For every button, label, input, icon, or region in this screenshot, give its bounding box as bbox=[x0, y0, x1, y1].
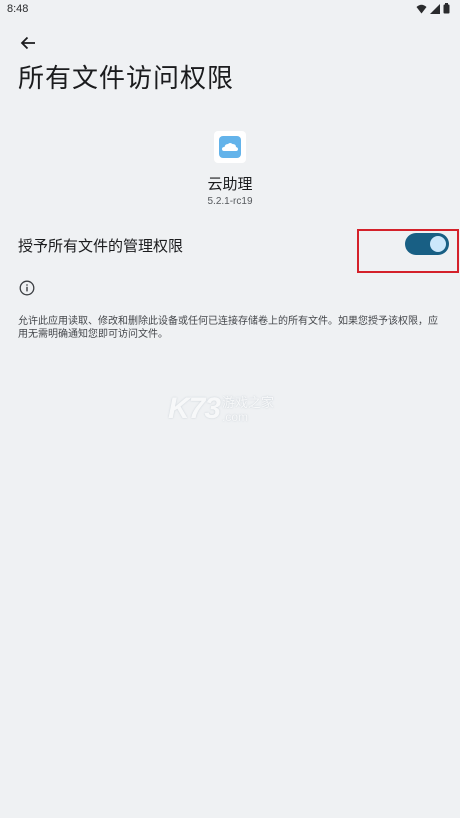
permission-description: 允许此应用读取、修改和删除此设备或任何已连接存储卷上的所有文件。如果您授予该权限… bbox=[18, 316, 438, 340]
status-bar: 8:48 bbox=[0, 0, 460, 20]
info-icon bbox=[19, 280, 35, 296]
app-name: 云助理 bbox=[207, 175, 253, 193]
watermark-domain: .com bbox=[222, 409, 249, 424]
all-files-access-toggle[interactable] bbox=[405, 233, 449, 255]
watermark: K73 游戏之家 .com bbox=[168, 392, 274, 426]
arrow-back-icon bbox=[20, 36, 35, 50]
status-icons bbox=[416, 3, 450, 14]
back-button[interactable] bbox=[14, 31, 42, 55]
toggle-thumb bbox=[430, 236, 446, 252]
battery-icon bbox=[443, 3, 450, 14]
app-version: 5.2.1-rc19 bbox=[207, 196, 253, 207]
watermark-logo: K73 bbox=[168, 392, 221, 425]
app-icon bbox=[214, 131, 246, 163]
watermark-subtitle: 游戏之家 bbox=[222, 395, 275, 411]
page-title: 所有文件访问权限 bbox=[18, 64, 235, 94]
status-time: 8:48 bbox=[7, 3, 29, 15]
permission-label: 授予所有文件的管理权限 bbox=[18, 237, 184, 255]
signal-icon bbox=[430, 3, 440, 14]
cloud-app-icon bbox=[219, 136, 241, 158]
wifi-icon bbox=[416, 4, 427, 13]
